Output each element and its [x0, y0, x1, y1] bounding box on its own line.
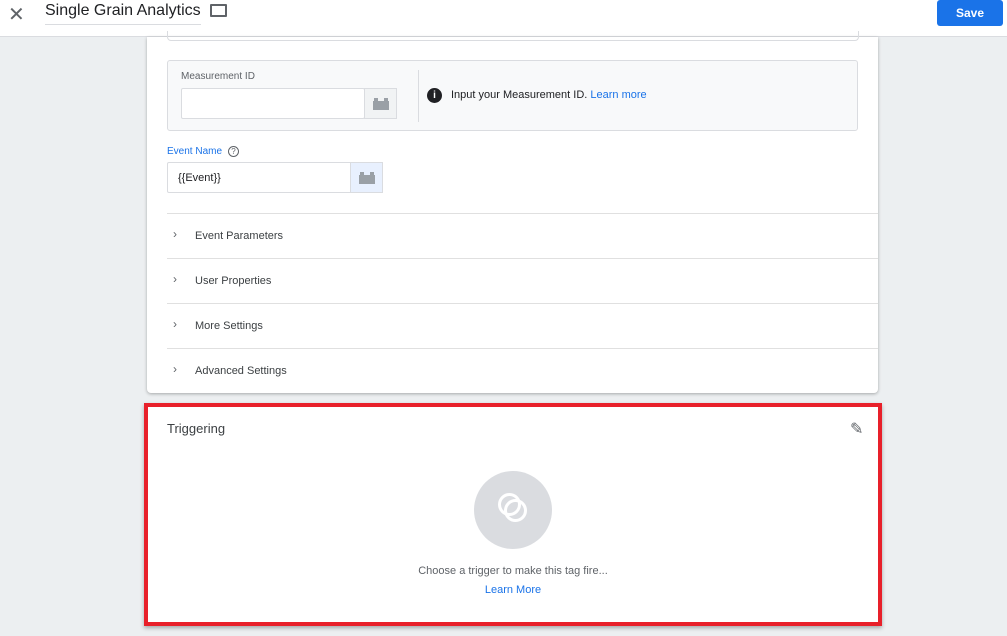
- chevron-right-icon: ›: [173, 317, 177, 331]
- tag-name-input[interactable]: Single Grain Analytics: [45, 2, 201, 25]
- trigger-message: Choose a trigger to make this tag fire..…: [418, 565, 608, 577]
- learn-more-link[interactable]: Learn More: [485, 584, 541, 596]
- pencil-icon[interactable]: ✎: [850, 419, 863, 439]
- measurement-id-input[interactable]: [181, 88, 365, 119]
- measurement-id-info: Input your Measurement ID. Learn more: [451, 89, 647, 101]
- triggering-title: Triggering: [167, 421, 226, 436]
- previous-field: [167, 31, 859, 41]
- triggering-card[interactable]: Triggering ✎ Choose a trigger to make th…: [144, 403, 882, 626]
- save-button[interactable]: Save: [937, 0, 1003, 26]
- chevron-right-icon: ›: [173, 272, 177, 286]
- event-name-label: Event Name?: [167, 146, 240, 157]
- learn-more-link[interactable]: Learn more: [590, 89, 646, 101]
- trigger-placeholder-icon[interactable]: [474, 471, 552, 549]
- chevron-right-icon: ›: [173, 362, 177, 376]
- help-icon[interactable]: ?: [228, 146, 240, 157]
- folder-icon[interactable]: [210, 4, 227, 17]
- tag-configuration-card: Measurement ID i Input your Measurement …: [147, 31, 878, 393]
- variable-brick-icon: [358, 171, 375, 184]
- chevron-right-icon: ›: [173, 227, 177, 241]
- section-user-properties[interactable]: › User Properties: [167, 258, 878, 303]
- section-advanced-settings[interactable]: › Advanced Settings: [167, 348, 878, 393]
- close-icon[interactable]: ✕: [8, 2, 25, 27]
- info-icon: i: [427, 88, 442, 103]
- section-more-settings[interactable]: › More Settings: [167, 303, 878, 348]
- variable-brick-icon: [372, 97, 389, 110]
- section-event-parameters[interactable]: › Event Parameters: [167, 213, 878, 258]
- measurement-id-label: Measurement ID: [181, 71, 255, 82]
- event-variable-picker-button[interactable]: [350, 162, 383, 193]
- measurement-id-box: Measurement ID i Input your Measurement …: [167, 60, 858, 131]
- event-name-input[interactable]: {{Event}}: [167, 162, 351, 193]
- divider: [418, 70, 419, 122]
- variable-picker-button[interactable]: [364, 88, 397, 119]
